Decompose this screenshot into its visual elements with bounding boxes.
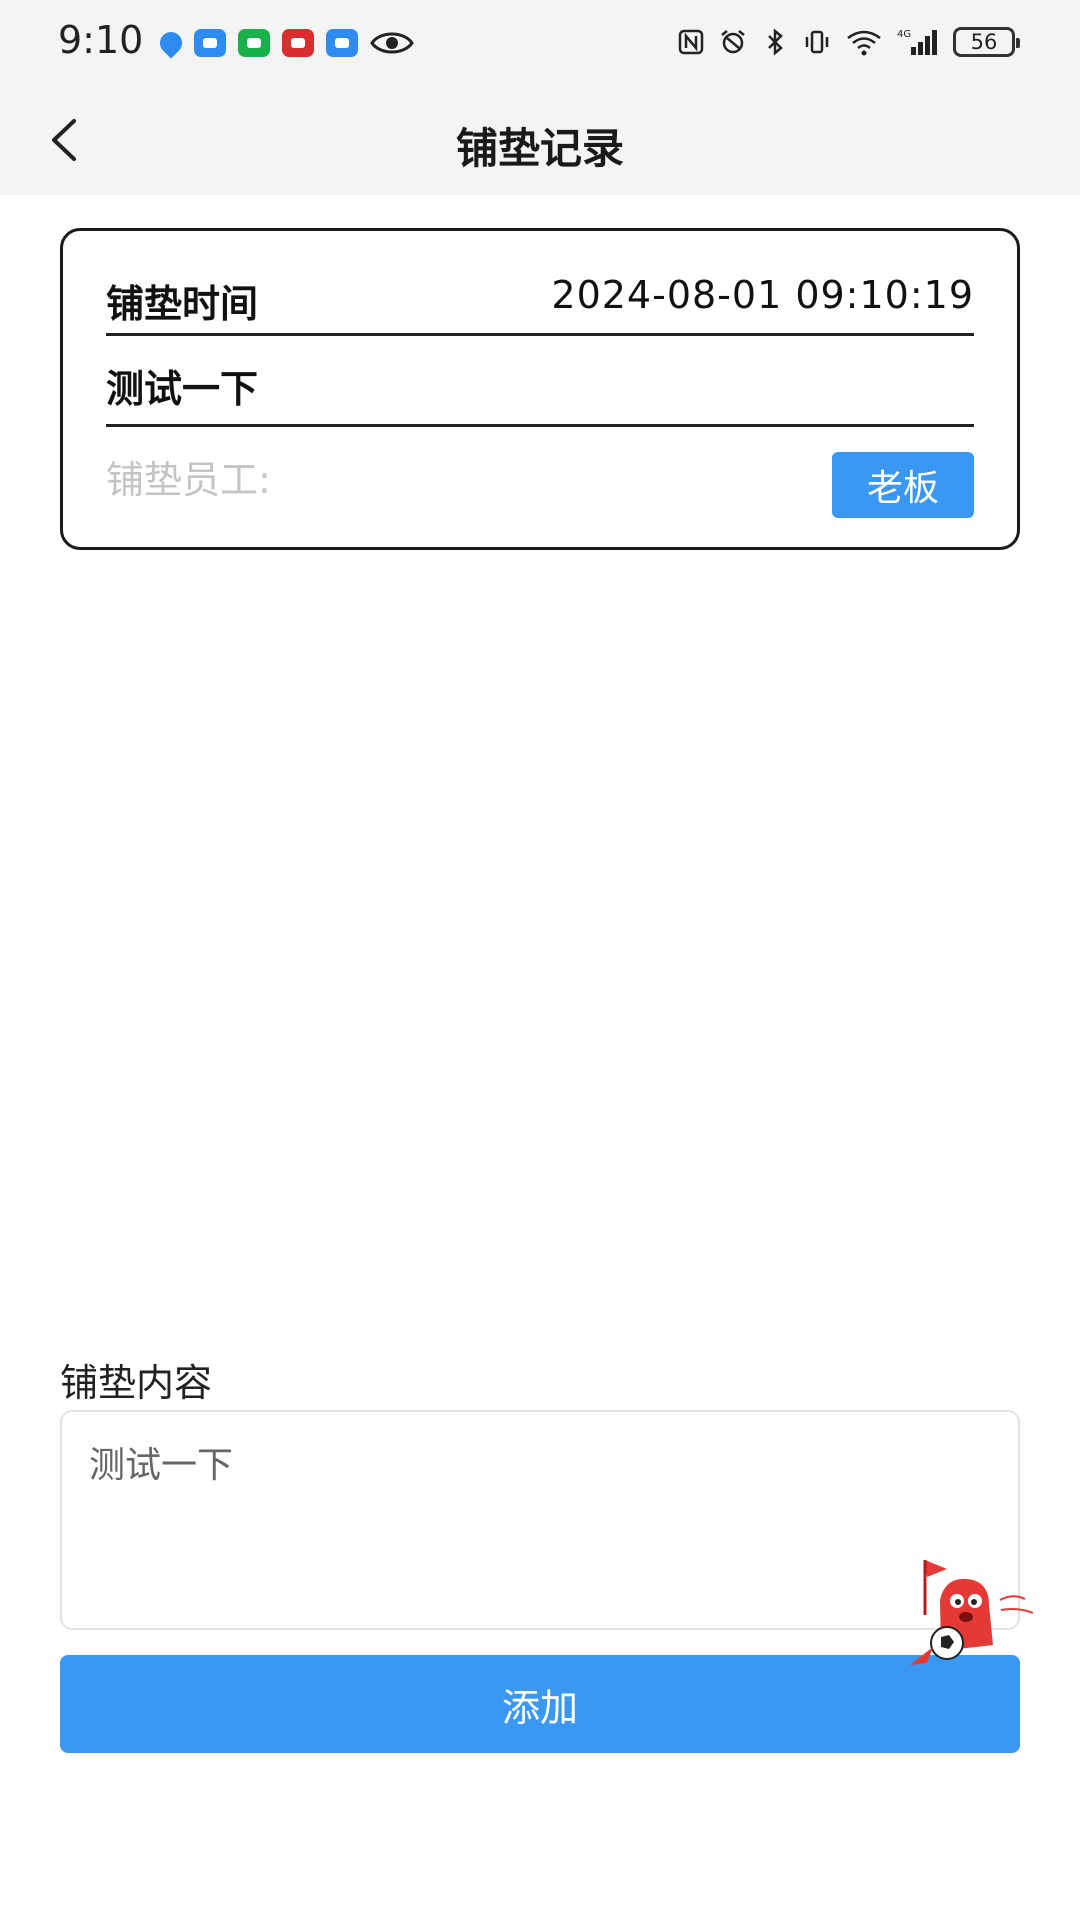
shield-app-icon <box>155 27 187 59</box>
notification-icons <box>155 26 414 60</box>
message-app-icon <box>194 29 226 57</box>
content-label: 铺垫内容 <box>60 1361 213 1405</box>
record-card[interactable]: 铺垫时间 2024-08-01 09:10:19 测试一下 铺垫员工: 老板 <box>60 228 1020 550</box>
record-staff-label: 铺垫员工: <box>106 458 271 502</box>
record-content-text: 测试一下 <box>106 367 259 411</box>
content-textarea-value: 测试一下 <box>89 1445 234 1486</box>
message-app-icon <box>326 29 358 57</box>
record-time-label: 铺垫时间 <box>106 282 259 326</box>
alarm-icon <box>721 30 745 54</box>
mascot-icon[interactable] <box>905 1555 1050 1670</box>
system-icons: 4G 56 <box>677 22 1020 62</box>
status-time: 9:10 <box>58 18 144 62</box>
svg-text:4G: 4G <box>897 29 911 40</box>
record-time-row: 铺垫时间 2024-08-01 09:10:19 <box>106 261 974 336</box>
add-button[interactable]: 添加 <box>60 1655 1020 1753</box>
news-app-icon <box>282 29 314 57</box>
content-textarea[interactable]: 测试一下 <box>60 1410 1020 1630</box>
record-time-value: 2024-08-01 09:10:19 <box>551 273 974 317</box>
battery-level: 56 <box>970 30 998 54</box>
add-button-label: 添加 <box>501 1685 578 1730</box>
staff-tag[interactable]: 老板 <box>832 452 974 518</box>
page-title: 铺垫记录 <box>455 124 624 173</box>
battery-icon: 56 <box>953 27 1020 57</box>
nfc-icon <box>678 29 704 55</box>
eye-icon <box>370 32 414 54</box>
record-staff-row: 铺垫员工: 老板 <box>106 427 974 527</box>
status-bar: 9:10 4G 56 <box>0 0 1080 85</box>
signal-4g-icon: 4G <box>897 29 937 55</box>
wechat-icon <box>238 29 270 57</box>
bluetooth-icon <box>768 28 783 56</box>
nav-bar: 铺垫记录 <box>0 85 1080 195</box>
vibrate-icon <box>805 30 829 54</box>
record-content-row: 测试一下 <box>106 336 974 427</box>
wifi-icon <box>847 30 881 56</box>
